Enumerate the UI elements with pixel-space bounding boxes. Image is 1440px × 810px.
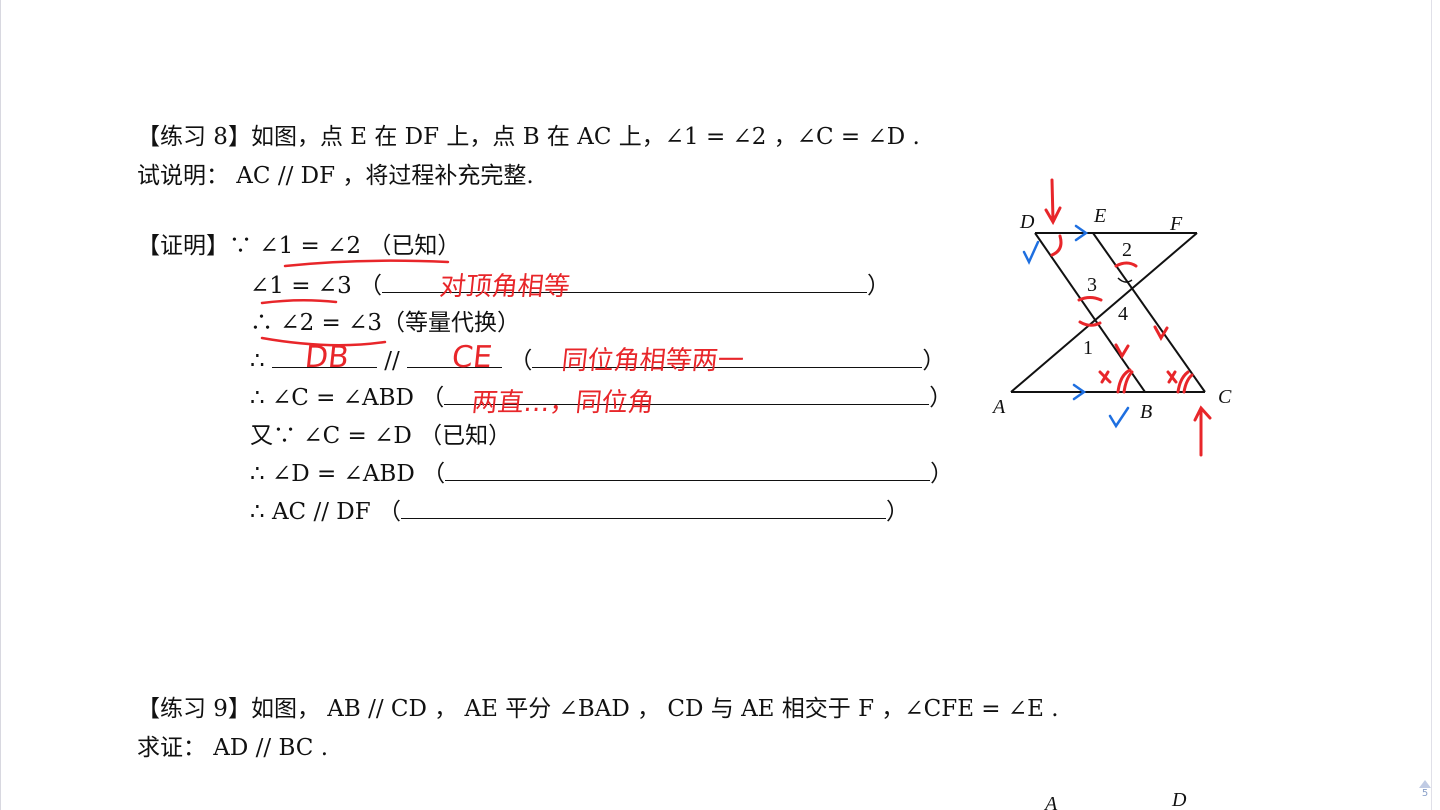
handwritten-answer: 同位角相等两一 [560, 346, 746, 376]
paren-open: （ [509, 348, 533, 374]
step-statement: ∠1 = ∠3 [250, 273, 352, 299]
handwritten-answer: 对顶角相等 [438, 272, 572, 302]
proof-step-3: ∴ ∠2 = ∠3（等量代换） [250, 308, 520, 338]
paren-close: ） [922, 348, 946, 374]
step-reason: （已知） [368, 233, 461, 259]
step-statement: ∴ [250, 348, 265, 374]
ex9-problem-line1: 【练习 9】如图， AB // CD ， AE 平分 ∠BAD ， CD 与 A… [137, 696, 1059, 722]
step-statement: 又∵ ∠C = ∠D [250, 423, 412, 449]
handwritten-answer: CE [450, 340, 494, 375]
scroll-up-icon[interactable] [1419, 780, 1431, 788]
parallel-symbol: // [384, 348, 400, 374]
proof-step-1: 【证明】∵ ∠1 = ∠2 （已知） [137, 231, 460, 261]
answer-blank[interactable] [400, 496, 886, 519]
page-scroll-indicator[interactable]: 5 [1418, 780, 1432, 799]
step-statement: ∴ ∠C = ∠ABD [250, 385, 414, 411]
paren-open: （ [422, 461, 446, 487]
step-statement: ∴ ∠D = ∠ABD [250, 461, 415, 487]
paren-open: （ [359, 273, 383, 299]
proof-label: 【证明】∵ [137, 233, 252, 259]
answer-blank[interactable] [445, 458, 931, 481]
paren-close: ） [930, 461, 954, 487]
proof-step-6: 又∵ ∠C = ∠D （已知） [250, 421, 511, 451]
step-statement: ∠1 = ∠2 [259, 233, 362, 259]
ex8-problem-line2: 试说明： AC // DF ，将过程补充完整. [137, 163, 534, 189]
page-number: 5 [1421, 788, 1429, 799]
paren-open: （ [377, 499, 401, 525]
paren-close: ） [867, 273, 891, 299]
ex9-problem-line2: 求证： AD // BC . [137, 735, 329, 761]
ex8-problem-line1: 【练习 8】如图，点 E 在 DF 上，点 B 在 AC 上，∠1 = ∠2 ，… [137, 124, 920, 150]
handwritten-answer: 两直…，同位角 [470, 388, 656, 418]
proof-step-7: ∴ ∠D = ∠ABD （ ） [250, 458, 953, 489]
paren-close: ） [885, 499, 909, 525]
step-statement: ∴ AC // DF [250, 499, 371, 525]
step-reason: （等量代换） [382, 310, 521, 336]
proof-step-8: ∴ AC // DF （ ） [250, 496, 909, 527]
handwritten-answer: DB [303, 340, 351, 375]
paren-open: （ [421, 385, 445, 411]
step-statement: ∴ ∠2 = ∠3 [250, 310, 383, 336]
step-reason: （已知） [419, 423, 512, 449]
paren-close: ） [929, 385, 953, 411]
